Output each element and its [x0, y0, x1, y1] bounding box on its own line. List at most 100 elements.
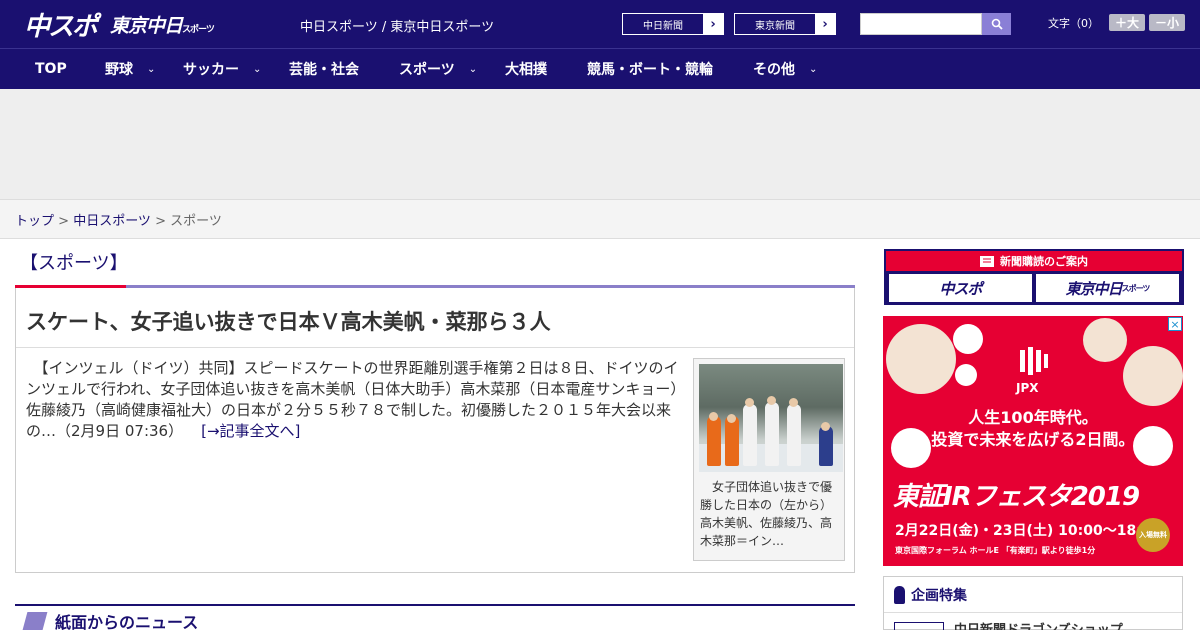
- subscription-options: 中スポ 東京中日 スポーツ: [886, 271, 1182, 305]
- nav-item-label: サッカー: [183, 62, 239, 78]
- feature-title: 企画特集: [911, 587, 967, 604]
- chevron-down-icon: ⌄: [147, 63, 156, 75]
- chunichi-shimbun-label: 中日新聞: [643, 20, 683, 32]
- photo-figure-head: [745, 398, 754, 407]
- ad-portrait: [886, 324, 956, 394]
- font-size-label: 文字（0）: [1048, 16, 1099, 30]
- site-links[interactable]: 中日スポーツ / 東京中日スポーツ: [300, 16, 494, 35]
- nav-item-label: 大相撲: [505, 62, 547, 78]
- font-bigger-button[interactable]: ＋大: [1109, 14, 1146, 31]
- ad-headline-1: 人生100年時代。: [968, 408, 1098, 427]
- newspaper-icon: [980, 255, 994, 267]
- chevron-right-icon: ›: [703, 14, 723, 34]
- search-input[interactable]: [860, 13, 982, 35]
- logo-sub-small: スポーツ: [182, 24, 215, 35]
- photo-figure: [819, 426, 833, 466]
- breadcrumb-separator: >: [54, 214, 74, 229]
- breadcrumb-current: スポーツ: [170, 214, 222, 229]
- feature-item[interactable]: 中日新聞ドラゴンズショップ: [884, 613, 1182, 630]
- search-button[interactable]: [982, 13, 1011, 35]
- photo-figure: [765, 402, 779, 466]
- chevron-down-icon: ⌄: [253, 63, 262, 75]
- nav-item-label: 競馬・ボート・競輪: [587, 62, 713, 78]
- newspaper-icon: [22, 612, 48, 630]
- nav-item-baseball[interactable]: 野球 ⌄: [105, 49, 155, 90]
- nav-item-other[interactable]: その他 ⌄: [753, 49, 817, 90]
- print-news-title: 紙面からのニュース: [55, 613, 199, 630]
- top-ad-banner: [0, 89, 1200, 200]
- site-logo[interactable]: 中スポ 東京中日スポーツ: [24, 8, 215, 42]
- nav-item-label: スポーツ: [399, 62, 455, 78]
- sidebar-ad[interactable]: × JPX 人生100年時代。 投資で未来を広げる2日間。 東証IRフェスタ20…: [883, 316, 1183, 566]
- article-summary: 【インツェル（ドイツ）共同】スピードスケートの世界距離別選手権第２日は８日、ドイ…: [26, 358, 686, 442]
- photo-figure-head: [789, 398, 798, 407]
- nav-item-entertainment[interactable]: 芸能・社会: [289, 49, 359, 90]
- search-icon: [991, 18, 1003, 30]
- category-title: 【スポーツ】: [20, 253, 128, 274]
- photo-caption: 女子団体追い抜きで優勝した日本の（左から）高木美帆、佐藤綾乃、高木菜那＝イン…: [700, 480, 833, 548]
- nav-item-soccer[interactable]: サッカー ⌄: [183, 49, 261, 90]
- nav-item-label: 野球: [105, 62, 133, 78]
- read-more-link[interactable]: [→記事全文へ]: [201, 422, 300, 440]
- photo-figure: [787, 404, 801, 466]
- photo-figure: [707, 416, 721, 466]
- ad-brand: JPX: [1016, 381, 1039, 395]
- photo-figure-head: [727, 414, 736, 423]
- logo-sub-text: 東京中日: [110, 14, 183, 37]
- subscription-header: 新聞購読のご案内: [886, 251, 1182, 271]
- ad-portrait: [955, 364, 977, 386]
- tokyo-shimbun-label: 東京新聞: [755, 20, 795, 32]
- photo-figure-head: [767, 396, 776, 405]
- breadcrumb: トップ > 中日スポーツ > スポーツ: [0, 200, 1200, 239]
- feature-thumbnail: [894, 621, 944, 630]
- nav-item-racing[interactable]: 競馬・ボート・競輪: [587, 49, 713, 90]
- font-size-control: 文字（0） ＋大 －小: [1048, 14, 1186, 31]
- breadcrumb-separator: >: [150, 214, 171, 229]
- ribbon-icon: [894, 585, 905, 604]
- main-nav: TOP 野球 ⌄ サッカー ⌄ 芸能・社会 スポーツ ⌄ 大相撲 競馬・ボート・競輪 …: [0, 48, 1200, 89]
- tokyo-shimbun-link[interactable]: 東京新聞 ›: [734, 13, 836, 35]
- main-content: 【スポーツ】 スケート、女子追い抜きで日本Ｖ高木美帆・菜那ら３人 【インツェル（…: [15, 239, 855, 630]
- subscribe-tokyo-chunichi-small: スポーツ: [1121, 283, 1151, 293]
- nav-item-label: その他: [753, 62, 795, 78]
- subscription-header-text: 新聞購読のご案内: [1000, 255, 1088, 268]
- subscribe-tokyo-chunichi[interactable]: 東京中日 スポーツ: [1036, 274, 1179, 302]
- ad-portrait: [953, 324, 983, 354]
- font-smaller-button[interactable]: －小: [1149, 14, 1186, 31]
- feature-header: 企画特集: [884, 577, 1182, 613]
- nav-item-label: 芸能・社会: [289, 62, 359, 78]
- feature-box: 企画特集 中日新聞ドラゴンズショップ: [883, 576, 1183, 630]
- top-header: 中スポ 東京中日スポーツ 中日スポーツ / 東京中日スポーツ 中日新聞 › 東京…: [0, 0, 1200, 48]
- ad-close-icon[interactable]: ×: [1168, 317, 1182, 331]
- ad-free-badge: 入場無料: [1136, 518, 1170, 552]
- photo-figure: [743, 404, 757, 466]
- ad-event-title: 東証IRフェスタ2019: [893, 482, 1140, 512]
- nav-item-top[interactable]: TOP: [35, 49, 67, 90]
- chevron-down-icon: ⌄: [468, 63, 478, 75]
- search-box: [860, 13, 1011, 35]
- nav-item-sumo[interactable]: 大相撲: [505, 49, 547, 90]
- article-card: スケート、女子追い抜きで日本Ｖ高木美帆・菜那ら３人 【インツェル（ドイツ）共同】…: [15, 288, 855, 573]
- article-body-text: 【インツェル（ドイツ）共同】スピードスケートの世界距離別選手権第２日は８日、ドイ…: [26, 359, 686, 440]
- photo-figure-head: [709, 412, 718, 421]
- breadcrumb-chunichi-sports[interactable]: 中日スポーツ: [73, 214, 151, 229]
- logo-tokyo-chunichi: 東京中日スポーツ: [110, 11, 215, 38]
- article-photo-box[interactable]: 女子団体追い抜きで優勝した日本の（左から）高木美帆、佐藤綾乃、高木菜那＝イン…: [693, 358, 845, 561]
- subscription-banner[interactable]: 新聞購読のご案内 中スポ 東京中日 スポーツ: [884, 249, 1184, 305]
- print-news-heading: 紙面からのニュース: [15, 604, 855, 630]
- breadcrumb-top[interactable]: トップ: [15, 214, 54, 229]
- photo-figure: [725, 416, 739, 466]
- ad-portrait: [1083, 318, 1127, 362]
- nav-item-label: TOP: [35, 61, 67, 77]
- chevron-right-icon: ›: [815, 14, 835, 34]
- subscribe-tokyo-chunichi-text: 東京中日: [1065, 279, 1123, 298]
- photo-figure-head: [821, 422, 830, 431]
- article-title[interactable]: スケート、女子追い抜きで日本Ｖ高木美帆・菜那ら３人: [16, 288, 854, 348]
- feature-item-label: 中日新聞ドラゴンズショップ: [954, 619, 1123, 630]
- chunichi-shimbun-link[interactable]: 中日新聞 ›: [622, 13, 724, 35]
- article-photo[interactable]: [699, 364, 843, 472]
- nav-item-sports[interactable]: スポーツ ⌄: [399, 49, 477, 90]
- logo-chuspo: 中スポ: [24, 11, 98, 42]
- ad-headline-2: 投資で未来を広げる2日間。: [931, 430, 1135, 449]
- subscribe-chuspo[interactable]: 中スポ: [889, 274, 1032, 302]
